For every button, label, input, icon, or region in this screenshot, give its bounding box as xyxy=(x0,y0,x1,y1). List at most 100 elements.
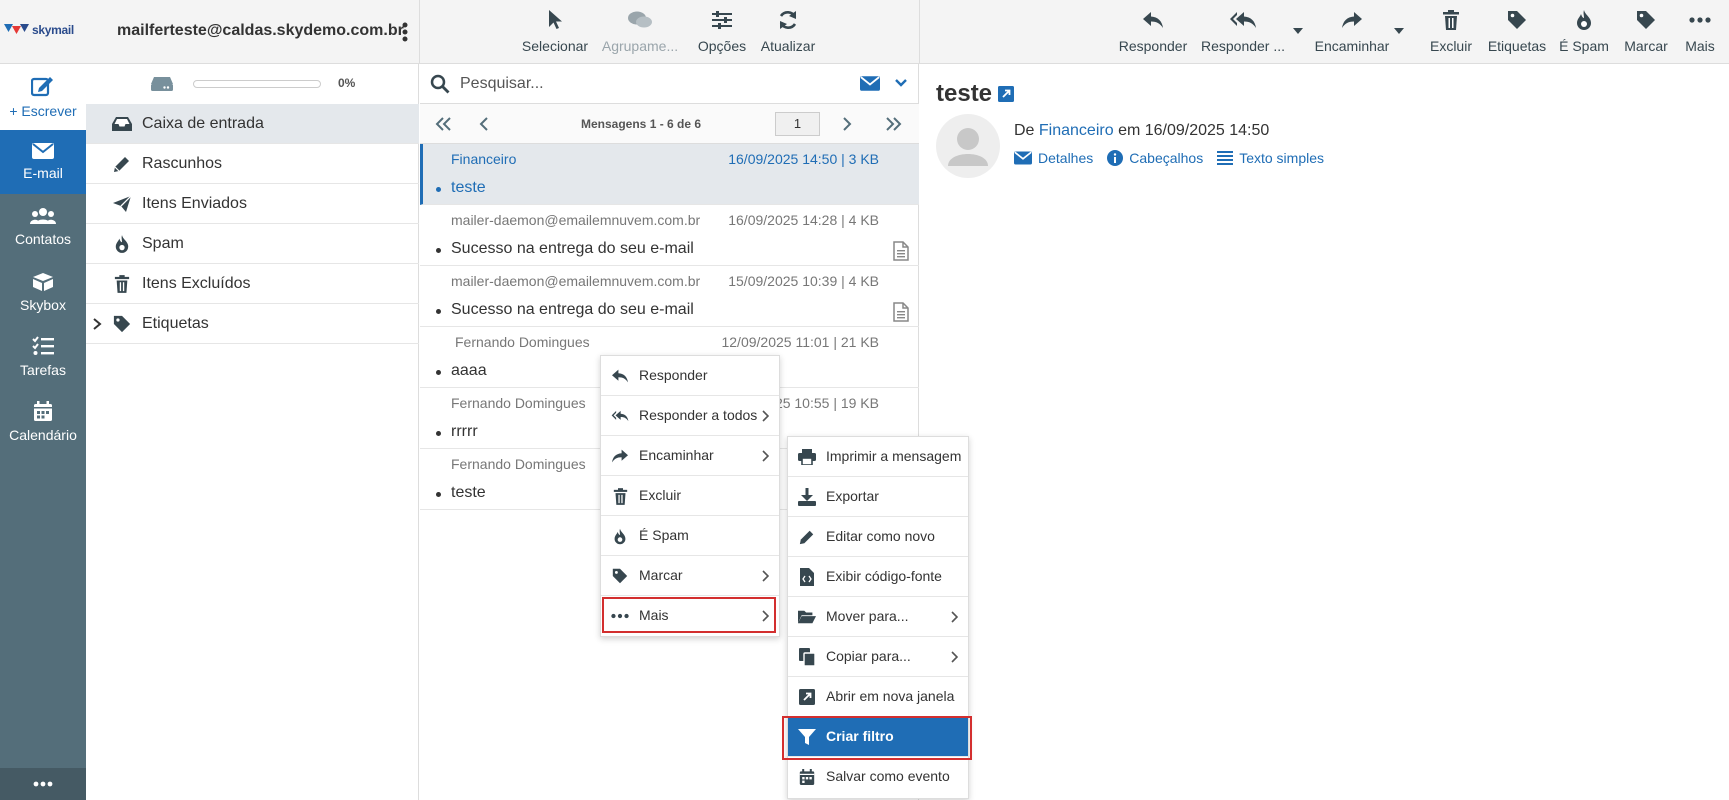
page-number-input[interactable]: 1 xyxy=(775,112,820,136)
menu-item-more[interactable]: Mais xyxy=(601,596,779,636)
menu-item-spam[interactable]: É Spam xyxy=(601,516,779,556)
sender-link[interactable]: Financeiro xyxy=(1039,122,1114,139)
nav-skybox-label: Skybox xyxy=(20,297,66,313)
message-actions: Detalhes Cabeçalhos Texto simples xyxy=(1014,150,1324,166)
menu-item-reply-all[interactable]: Responder a todos xyxy=(601,396,779,436)
menu-item-reply[interactable]: Responder xyxy=(601,356,779,396)
menu-item-label: Copiar para... xyxy=(826,648,911,664)
delete-button[interactable]: Excluir xyxy=(1427,8,1475,56)
folder-spam[interactable]: Spam xyxy=(86,224,419,264)
refresh-button[interactable]: Atualizar xyxy=(757,8,819,56)
tags-button[interactable]: Etiquetas xyxy=(1482,8,1552,56)
menu-item-open-new-window[interactable]: Abrir em nova janela xyxy=(788,677,968,717)
more-label: Mais xyxy=(1685,38,1715,54)
menu-item-label: Abrir em nova janela xyxy=(826,688,955,704)
last-page-icon[interactable] xyxy=(883,116,903,132)
menu-item-create-filter[interactable]: Criar filtro xyxy=(788,717,968,757)
fire-icon xyxy=(112,234,132,254)
group-button[interactable]: Agrupame... xyxy=(600,8,680,56)
menu-item-export[interactable]: Exportar xyxy=(788,477,968,517)
menu-item-label: Imprimir a mensagem xyxy=(826,448,962,464)
search-input[interactable] xyxy=(460,72,860,96)
menu-item-label: Salvar como evento xyxy=(826,768,950,784)
first-page-icon[interactable] xyxy=(434,116,454,132)
message-sender: Financeiro xyxy=(451,151,517,167)
folder-trash[interactable]: Itens Excluídos xyxy=(86,264,419,304)
plain-text-label: Texto simples xyxy=(1239,150,1325,166)
nav-contacts[interactable]: Contatos xyxy=(0,194,86,260)
folder-inbox[interactable]: Caixa de entrada xyxy=(86,104,419,144)
chevron-right-icon[interactable] xyxy=(92,317,102,331)
envelope-icon[interactable] xyxy=(860,76,880,91)
reply-all-dropdown-icon[interactable] xyxy=(1293,27,1303,35)
more-button[interactable]: Mais xyxy=(1680,8,1720,56)
spam-button[interactable]: É Spam xyxy=(1557,8,1611,56)
more-dots-icon xyxy=(611,607,629,625)
menu-item-save-as-event[interactable]: Salvar como evento xyxy=(788,757,968,797)
menu-item-copy-to[interactable]: Copiar para... xyxy=(788,637,968,677)
tag-icon xyxy=(1636,8,1656,32)
chat-bubbles-icon xyxy=(627,8,653,32)
plain-text-link[interactable]: Texto simples xyxy=(1217,150,1324,166)
folder-drafts[interactable]: Rascunhos xyxy=(86,144,419,184)
menu-item-print[interactable]: Imprimir a mensagem xyxy=(788,437,968,477)
mark-label: Marcar xyxy=(1624,38,1668,54)
reply-button[interactable]: Responder xyxy=(1117,8,1189,56)
nav-calendar[interactable]: Calendário xyxy=(0,390,86,454)
account-menu-icon[interactable] xyxy=(399,20,411,44)
details-label: Detalhes xyxy=(1038,150,1094,166)
menu-item-label: Editar como novo xyxy=(826,528,935,544)
nav-tasks[interactable]: Tarefas xyxy=(0,324,86,390)
trash-icon xyxy=(1442,8,1460,32)
message-subject: teste xyxy=(451,179,486,196)
tags-label: Etiquetas xyxy=(1487,38,1547,54)
next-page-icon[interactable] xyxy=(836,116,856,132)
envelope-icon xyxy=(1014,151,1032,165)
nav-skybox[interactable]: Skybox xyxy=(0,260,86,324)
menu-item-label: Mover para... xyxy=(826,608,909,624)
download-icon xyxy=(798,488,816,506)
headers-link[interactable]: Cabeçalhos xyxy=(1107,150,1203,166)
sliders-icon xyxy=(711,8,733,32)
nav-more-button[interactable] xyxy=(0,768,86,800)
menu-item-forward[interactable]: Encaminhar xyxy=(601,436,779,476)
group-label: Agrupame... xyxy=(601,38,679,54)
skymail-logo[interactable]: skymail xyxy=(4,20,86,44)
compose-label: + Escrever xyxy=(9,103,77,119)
search-icon xyxy=(430,74,450,94)
context-menu: Responder Responder a todos Encaminhar E… xyxy=(600,355,780,637)
menu-item-view-source[interactable]: Exibir código-fonte xyxy=(788,557,968,597)
copy-icon xyxy=(798,648,816,666)
forward-dropdown-icon[interactable] xyxy=(1394,27,1404,35)
options-button[interactable]: Opções xyxy=(692,8,752,56)
open-external-icon[interactable] xyxy=(998,86,1014,102)
message-from-line: De Financeiro em 16/09/2025 14:50 xyxy=(1014,122,1269,140)
message-subject: teste xyxy=(451,484,486,501)
folder-tags[interactable]: Etiquetas xyxy=(86,304,419,344)
document-icon xyxy=(893,302,909,322)
message-subject: Sucesso na entrega do seu e-mail xyxy=(451,301,694,318)
menu-item-move-to[interactable]: Mover para... xyxy=(788,597,968,637)
reply-all-icon xyxy=(611,407,629,425)
logo-icon xyxy=(4,24,29,34)
menu-item-mark[interactable]: Marcar xyxy=(601,556,779,596)
reply-all-button[interactable]: Responder ... xyxy=(1200,8,1286,56)
folder-sent[interactable]: Itens Enviados xyxy=(86,184,419,224)
nav-email-label: E-mail xyxy=(23,165,63,181)
message-row[interactable]: Financeiro 16/09/2025 14:50 | 3 KB teste xyxy=(420,144,919,205)
nav-email[interactable]: E-mail xyxy=(0,130,86,194)
compose-button[interactable]: + Escrever xyxy=(0,64,86,130)
message-subject: Sucesso na entrega do seu e-mail xyxy=(451,240,694,257)
mark-button[interactable]: Marcar xyxy=(1618,8,1674,56)
menu-item-label: Criar filtro xyxy=(826,728,894,744)
search-bar xyxy=(420,64,919,104)
menu-item-edit-as-new[interactable]: Editar como novo xyxy=(788,517,968,557)
chevron-down-icon[interactable] xyxy=(895,78,907,88)
menu-item-delete[interactable]: Excluir xyxy=(601,476,779,516)
message-row[interactable]: mailer-daemon@emailemnuvem.com.br 15/09/… xyxy=(420,266,919,327)
details-link[interactable]: Detalhes xyxy=(1014,150,1093,166)
select-button[interactable]: Selecionar xyxy=(520,8,590,56)
message-row[interactable]: mailer-daemon@emailemnuvem.com.br 16/09/… xyxy=(420,205,919,266)
forward-button[interactable]: Encaminhar xyxy=(1312,8,1392,56)
previous-page-icon[interactable] xyxy=(475,116,495,132)
